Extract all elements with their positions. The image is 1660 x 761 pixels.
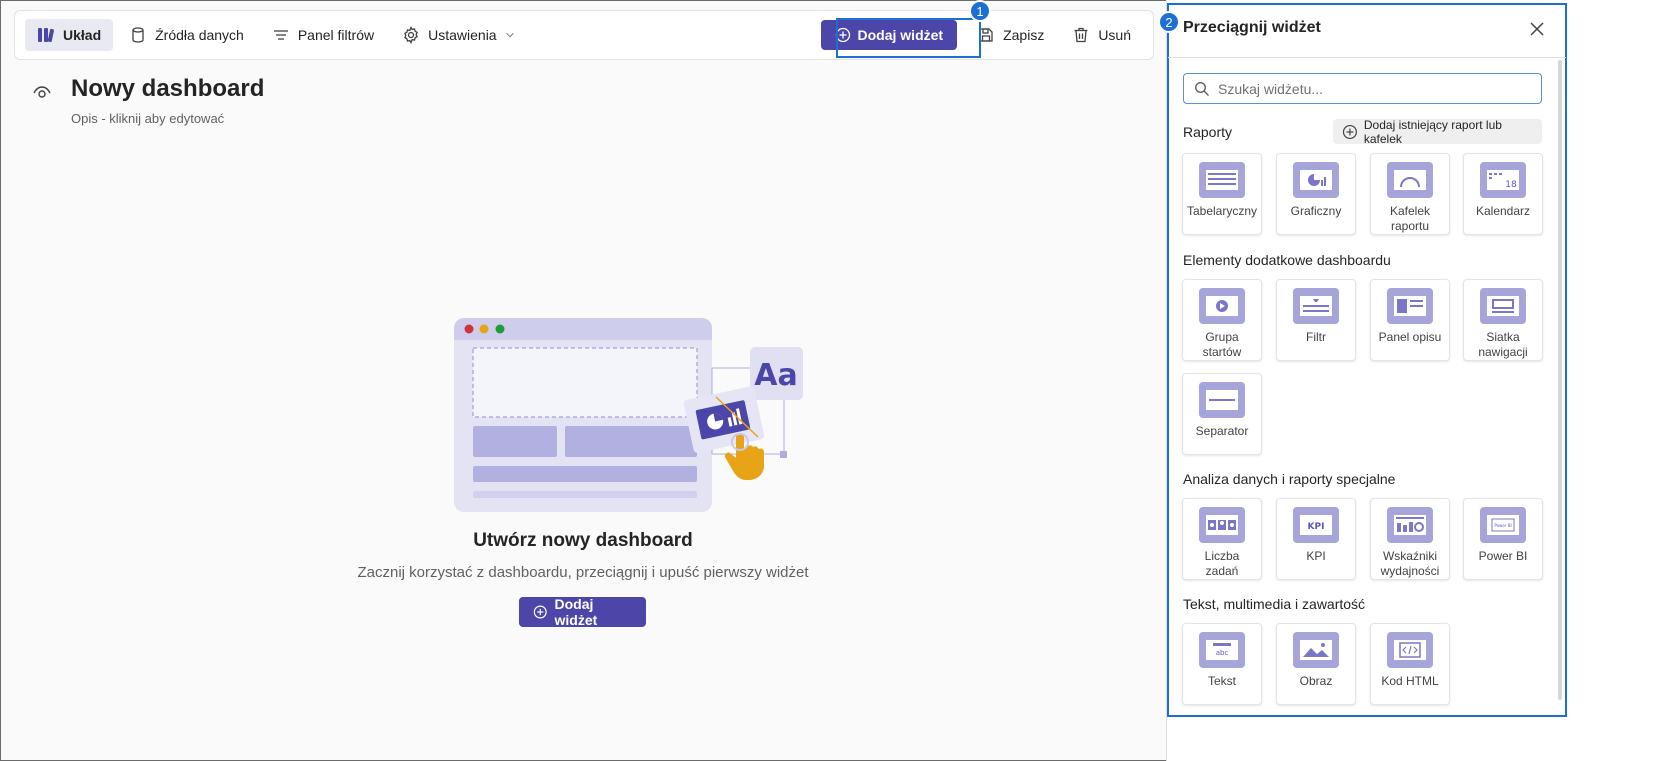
text-icon-label: abc — [1216, 649, 1229, 657]
settings-label: Ustawienia — [428, 27, 497, 43]
search-icon — [1194, 81, 1209, 96]
calendar-icon: 18 — [1487, 170, 1519, 190]
step-marker-1: 1 — [969, 0, 991, 22]
tile-label: KPI — [1306, 549, 1326, 563]
task-count-icon — [1206, 515, 1238, 535]
tile-label: Liczba zadań — [1204, 549, 1240, 578]
delete-label: Usuń — [1098, 27, 1131, 43]
tile-kpi[interactable]: KPI KPI — [1276, 498, 1356, 580]
play-icon — [1206, 296, 1238, 316]
power-bi-icon-text: Power BI — [1494, 523, 1511, 528]
tile-description-panel[interactable]: Panel opisu — [1370, 279, 1450, 361]
database-icon — [132, 27, 144, 43]
section-label-reports: Raporty — [1183, 124, 1233, 140]
tile-power-bi[interactable]: Power BI Power BI — [1463, 498, 1543, 580]
datasources-label: Źródła danych — [155, 27, 244, 43]
filter-lines-icon — [273, 30, 288, 40]
gear-icon — [404, 26, 419, 44]
datasources-button[interactable]: Źródła danych — [117, 19, 256, 51]
page-description[interactable]: Opis - kliknij aby edytować — [71, 111, 224, 126]
tile-label: Tabelaryczny — [1186, 204, 1258, 218]
tile-html-code[interactable]: Kod HTML — [1370, 623, 1450, 705]
kpi-icon: KPI — [1300, 515, 1332, 535]
tile-label: Kod HTML — [1381, 674, 1439, 688]
add-existing-report-button[interactable]: Dodaj istniejący raport lub kafelek — [1333, 117, 1542, 146]
image-icon — [1300, 640, 1332, 660]
tile-report-card[interactable]: Kafelek raportu — [1370, 153, 1450, 235]
section-label-analytics: Analiza danych i raporty specjalne — [1183, 471, 1396, 487]
tile-label: Panel opisu — [1378, 330, 1442, 344]
kpi-icon-text: KPI — [1308, 522, 1325, 532]
empty-state-subtitle: Zacznij korzystać z dashboardu, przeciąg… — [357, 564, 809, 581]
tile-calendar[interactable]: 18 Kalendarz — [1463, 153, 1543, 235]
tile-navigation-grid[interactable]: Siatka nawigacji — [1463, 279, 1543, 361]
filters-panel-label: Panel filtrów — [297, 27, 375, 43]
navigation-grid-icon — [1487, 296, 1519, 316]
layout-label: Układ — [63, 27, 102, 43]
filter-icon — [1300, 296, 1332, 316]
tile-label: Wskaźniki wydajności — [1380, 549, 1440, 578]
tile-separator[interactable]: Separator — [1182, 373, 1262, 455]
eye-icon[interactable] — [32, 82, 52, 102]
settings-button[interactable]: Ustawienia — [390, 19, 526, 51]
chart-report-icon — [1300, 170, 1332, 190]
panel-scrollbar[interactable] — [1558, 60, 1562, 700]
panel-title: Przeciągnij widżet — [1183, 19, 1321, 36]
illustration-font-glyph: Aa — [754, 358, 797, 393]
tile-label: Kalendarz — [1475, 204, 1531, 218]
tile-label: Graficzny — [1290, 204, 1342, 218]
close-icon[interactable] — [1528, 20, 1546, 38]
tile-graphic[interactable]: Graficzny — [1276, 153, 1356, 235]
page-title[interactable]: Nowy dashboard — [71, 75, 264, 103]
layout-button[interactable]: Układ — [25, 19, 114, 51]
tile-text[interactable]: abc Tekst — [1182, 623, 1262, 705]
empty-dashboard-illustration: Aa — [454, 318, 803, 512]
tile-filter[interactable]: Filtr — [1276, 279, 1356, 361]
tile-label: Tekst — [1207, 674, 1236, 688]
add-existing-label: Dodaj istniejący raport lub kafelek — [1363, 117, 1502, 146]
tile-label: Kafelek raportu — [1389, 204, 1431, 233]
tile-performance-indicators[interactable]: Wskaźniki wydajności — [1370, 498, 1450, 580]
widget-search — [1183, 73, 1542, 104]
trash-icon — [1074, 27, 1088, 43]
tile-label: Siatka nawigacji — [1478, 330, 1528, 359]
tile-label: Obraz — [1299, 674, 1333, 688]
add-widget-highlight — [836, 18, 981, 58]
tile-image[interactable]: Obraz — [1276, 623, 1356, 705]
filters-panel-button[interactable]: Panel filtrów — [260, 19, 386, 51]
tile-task-count[interactable]: Liczba zadań — [1182, 498, 1262, 580]
empty-add-widget-button[interactable]: Dodaj widżet — [519, 596, 646, 628]
widget-search-input[interactable] — [1218, 80, 1518, 97]
gauge-tile-icon — [1394, 170, 1426, 190]
tile-label: Separator — [1195, 424, 1249, 438]
delete-button[interactable]: Usuń — [1060, 19, 1143, 51]
plus-circle-icon — [533, 605, 547, 619]
tile-label: Grupa startów — [1202, 330, 1242, 359]
step-marker-2: 2 — [1158, 11, 1180, 33]
table-report-icon — [1206, 170, 1238, 190]
power-bi-icon: Power BI — [1487, 515, 1519, 535]
empty-add-widget-label: Dodaj widżet — [554, 596, 598, 628]
save-label: Zapisz — [1003, 27, 1045, 43]
section-label-extras: Elementy dodatkowe dashboardu — [1183, 252, 1391, 268]
tile-launch-group[interactable]: Grupa startów — [1182, 279, 1262, 361]
section-label-media: Tekst, multimedia i zawartość — [1183, 596, 1366, 612]
tile-label: Filtr — [1306, 330, 1326, 344]
panel-divider — [1168, 57, 1566, 58]
tile-tabular[interactable]: Tabelaryczny — [1182, 153, 1262, 235]
description-panel-icon — [1394, 296, 1426, 316]
performance-icon — [1394, 515, 1426, 535]
separator-icon — [1206, 390, 1238, 410]
calendar-icon-number: 18 — [1505, 180, 1517, 190]
text-icon: abc — [1206, 640, 1238, 660]
tile-label: Power BI — [1478, 549, 1528, 563]
chevron-down-icon — [505, 33, 514, 38]
plus-circle-icon — [1342, 124, 1357, 139]
empty-state-title: Utwórz nowy dashboard — [473, 530, 693, 551]
layout-icon — [38, 28, 55, 43]
code-icon — [1394, 640, 1426, 660]
